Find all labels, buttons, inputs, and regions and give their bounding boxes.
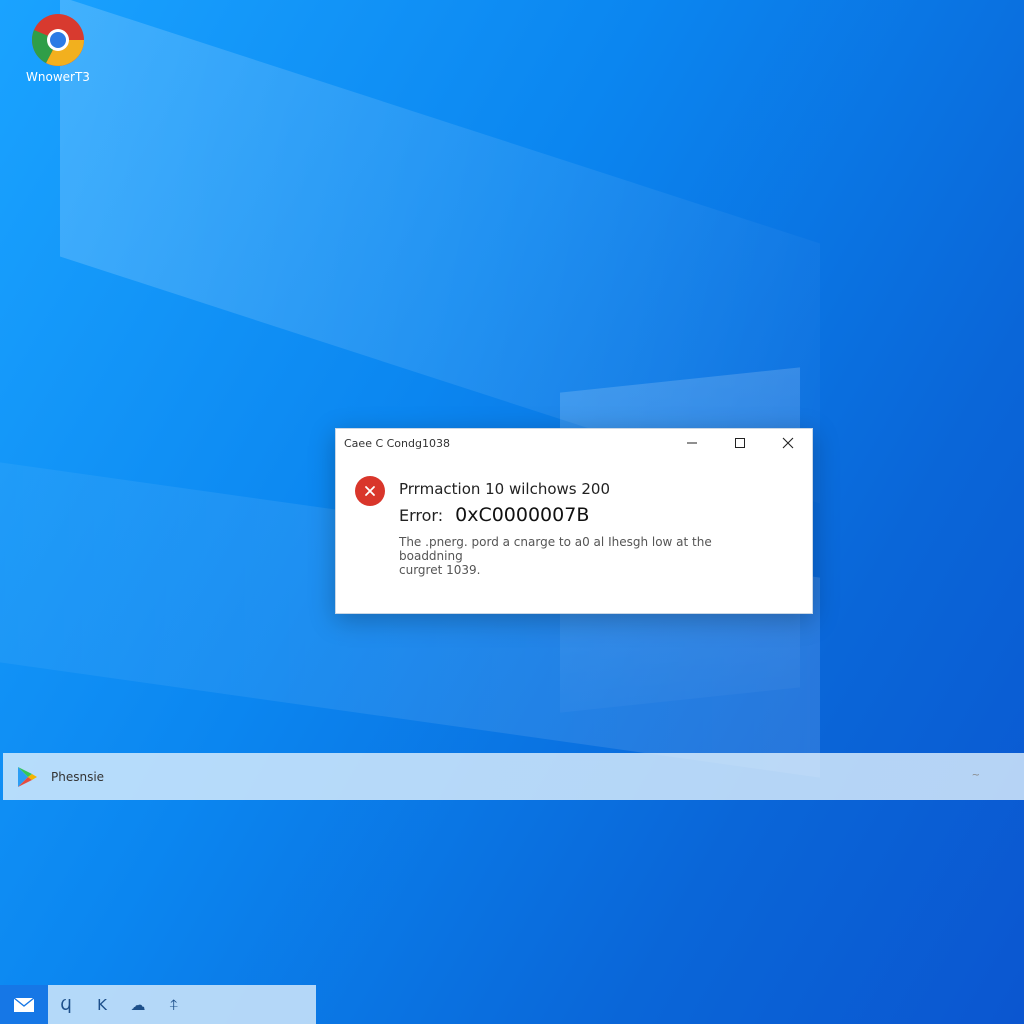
app-bar[interactable]: Phesnsie ~ <box>3 753 1024 800</box>
dialog-titlebar[interactable]: Caee C Condg1038 <box>336 429 812 457</box>
pin-icon[interactable]: Ϥ <box>48 985 84 1024</box>
mail-icon <box>13 996 35 1012</box>
code-icon[interactable]: K <box>84 985 120 1024</box>
close-button[interactable] <box>764 429 812 457</box>
error-code: 0xC0000007B <box>455 504 590 526</box>
message-heading: Prrmaction 10 wilchows 200 <box>399 480 611 498</box>
chat-icon[interactable]: ☁ <box>120 985 156 1024</box>
mail-button[interactable] <box>0 985 48 1024</box>
message-body-line: The .pnerg. pord a cnarge to a0 al Ihesg… <box>399 535 712 563</box>
minimize-icon <box>687 442 697 444</box>
maximize-icon <box>735 438 745 448</box>
browser-logo-icon <box>32 14 84 66</box>
window-controls <box>668 429 812 457</box>
error-label: Error: <box>399 506 444 525</box>
desktop-icon-label: WnowerT3 <box>26 70 90 84</box>
app-bar-label: Phesnsie <box>51 769 105 784</box>
play-icon <box>18 766 37 787</box>
error-icon <box>355 476 385 506</box>
message-body-line: curgret 1039. <box>399 563 481 577</box>
error-dialog: Caee C Condg1038 Prrmaction 10 wilchows … <box>335 428 813 614</box>
dialog-title: Caee C Condg1038 <box>344 436 450 450</box>
maximize-button[interactable] <box>716 429 764 457</box>
taskbar: Ϥ K ☁ ⍏ <box>0 985 316 1024</box>
minimize-button[interactable] <box>668 429 716 457</box>
close-icon <box>782 437 794 449</box>
error-line: Error: 0xC0000007B <box>399 504 589 526</box>
upload-icon[interactable]: ⍏ <box>156 985 192 1024</box>
app-bar-mark: ~ <box>971 770 980 781</box>
message-body: The .pnerg. pord a cnarge to a0 al Ihesg… <box>399 535 779 577</box>
desktop-shortcut[interactable]: WnowerT3 <box>18 12 98 84</box>
